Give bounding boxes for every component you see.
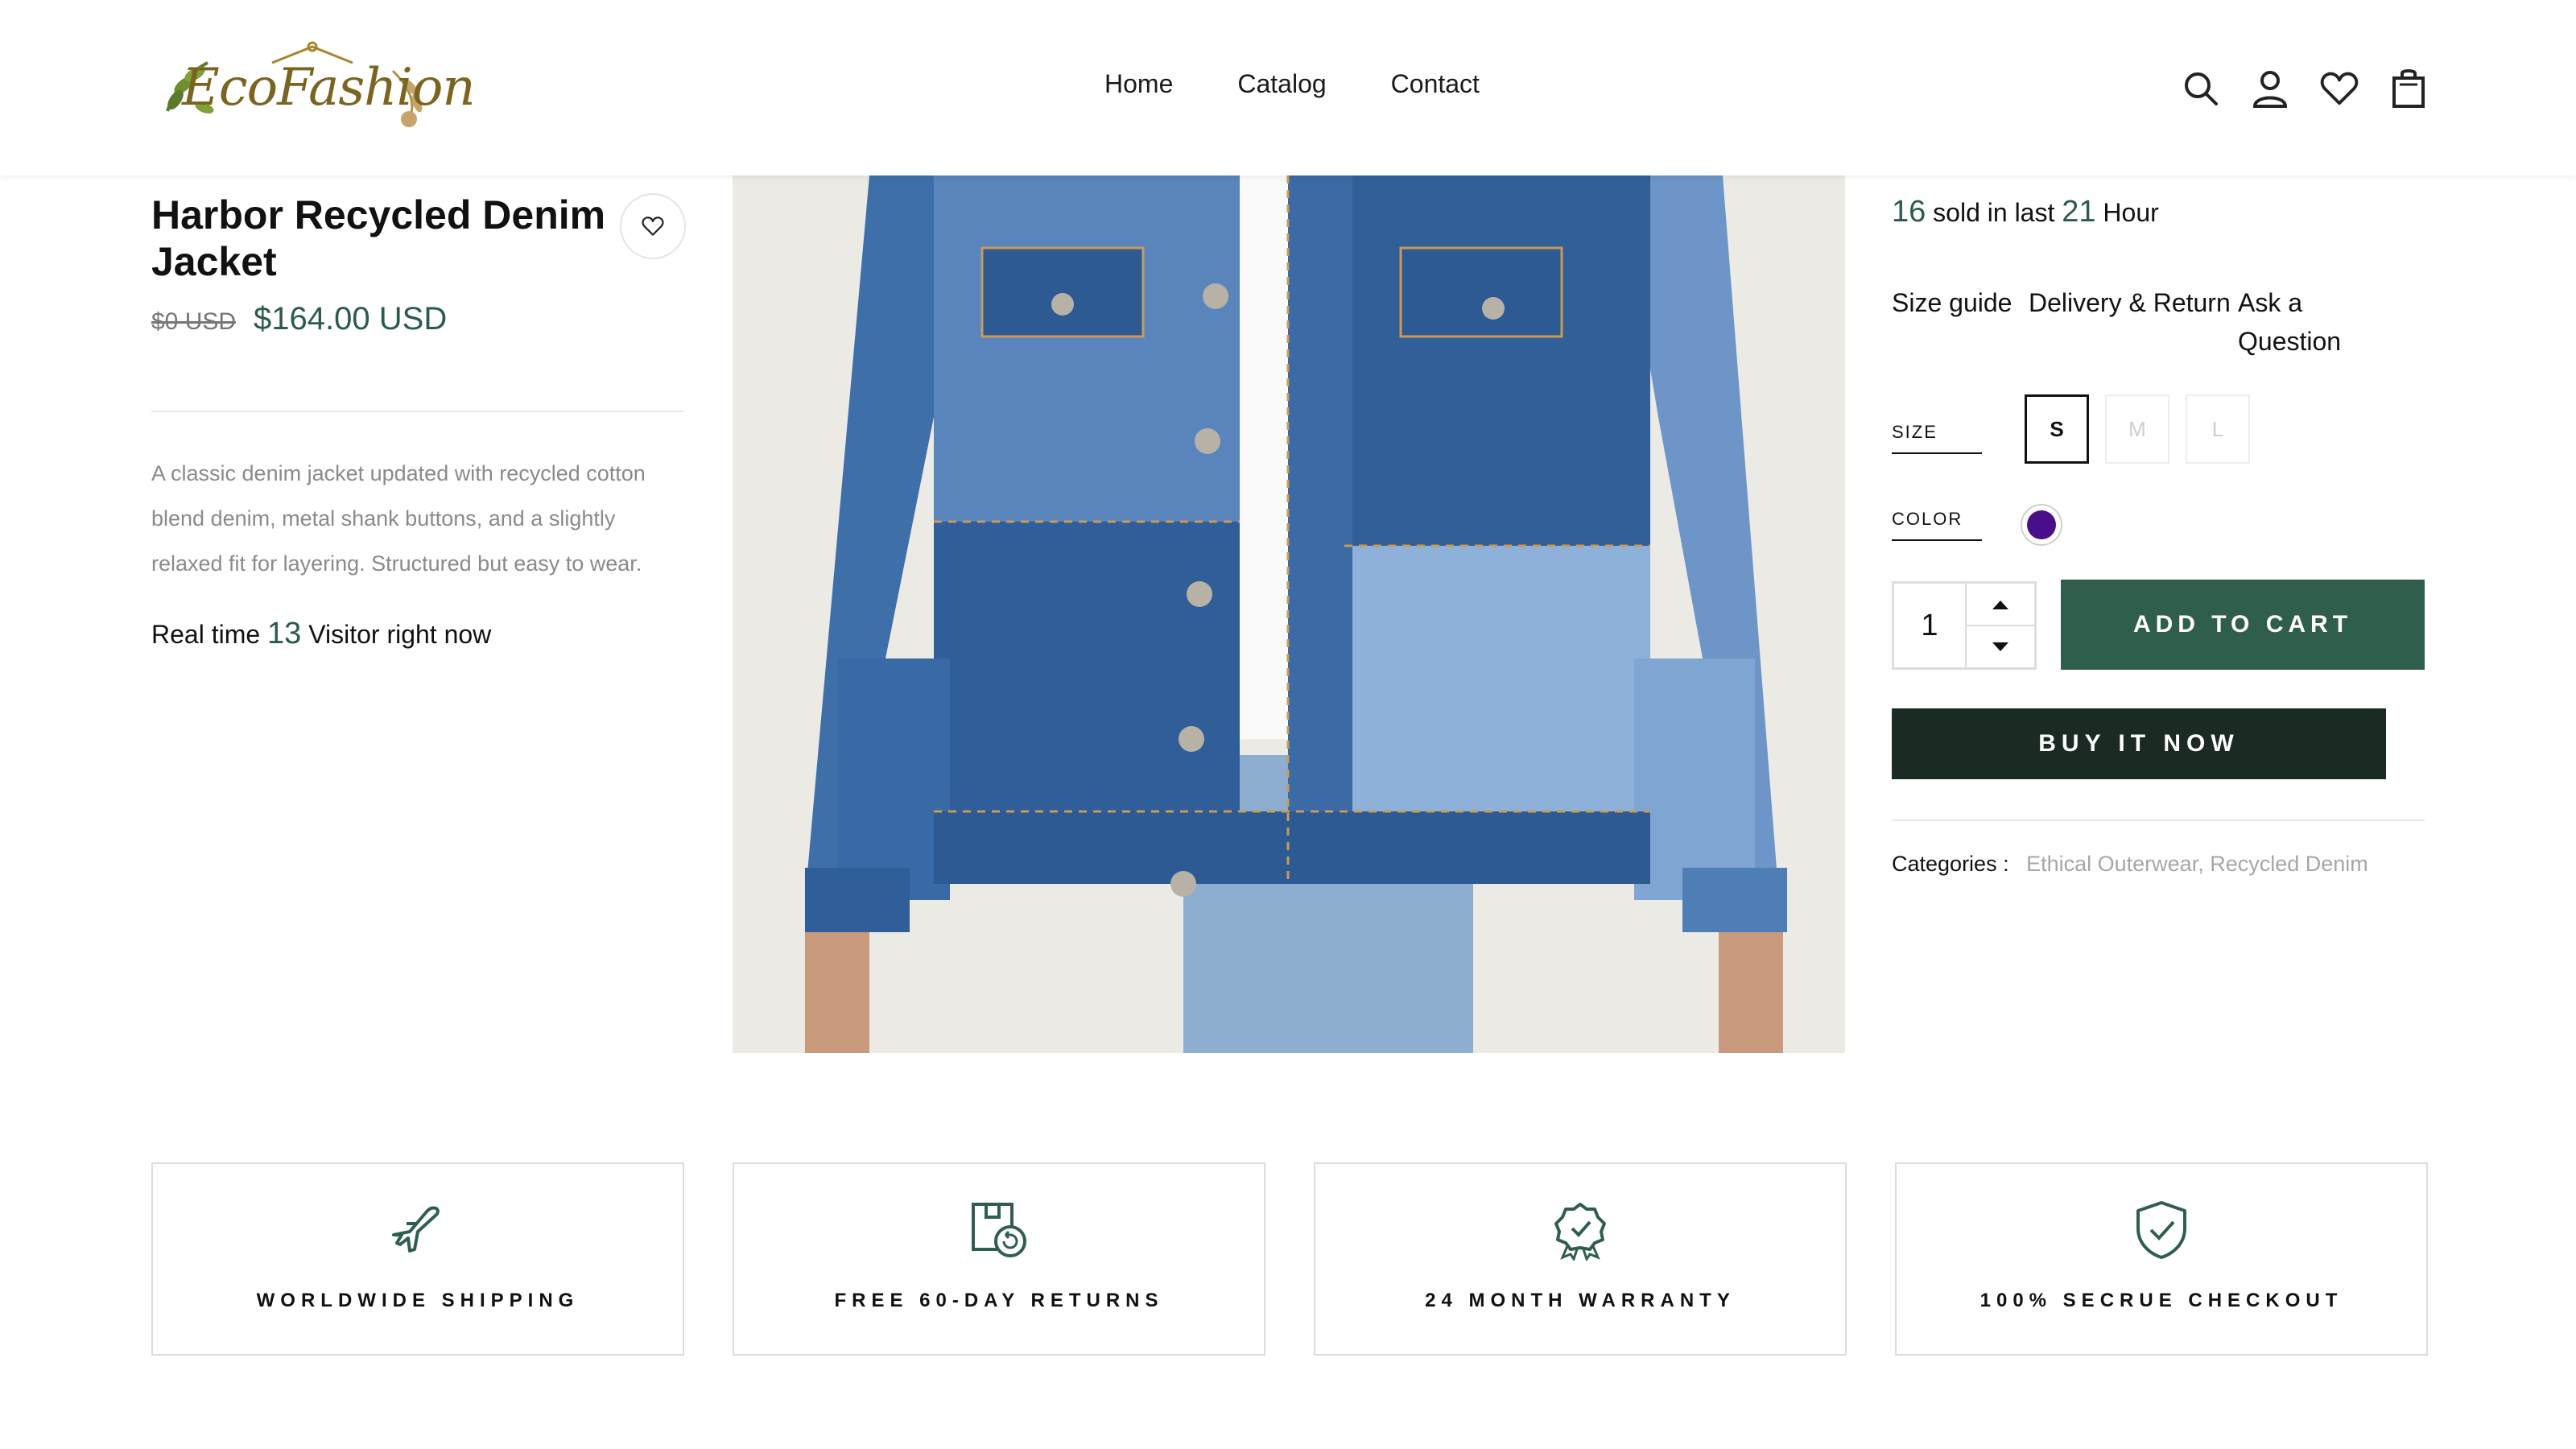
product-description: A classic denim jacket updated with recy… xyxy=(151,461,646,576)
logo-text: EcoFashion xyxy=(182,58,476,118)
visitor-counter: Real time 13 Visitor right now xyxy=(151,617,491,651)
award-badge-icon xyxy=(1550,1198,1611,1262)
feature-card-returns: FREE 60-DAY RETURNS xyxy=(733,1162,1265,1356)
feature-label: 24 MONTH WARRANTY xyxy=(1425,1290,1736,1311)
denim-jacket-image xyxy=(733,175,1845,1053)
feature-strip: WORLDWIDE SHIPPING FREE 60-DAY RETURNS 2… xyxy=(151,1162,2428,1356)
visitor-prefix: Real time xyxy=(151,620,261,649)
site-header: EcoFashion Home Catalog Contact xyxy=(0,0,2576,175)
size-option-l[interactable]: L xyxy=(2186,394,2250,464)
nav-contact[interactable]: Contact xyxy=(1391,69,1480,99)
quantity-input[interactable]: 1 xyxy=(1894,584,1967,667)
buy-now-button[interactable]: BUY IT NOW xyxy=(1892,708,2386,779)
caret-up-icon xyxy=(1992,600,2008,609)
size-selector: S M L xyxy=(2025,394,2250,464)
sold-hours: 21 xyxy=(2062,195,2096,229)
color-swatch-dot xyxy=(2027,510,2056,539)
sold-mid: sold in last xyxy=(1933,198,2055,227)
feature-label: WORLDWIDE SHIPPING xyxy=(256,1290,580,1311)
quantity-stepper: 1 xyxy=(1892,581,2037,670)
visitor-suffix: Visitor right now xyxy=(308,620,492,649)
caret-down-icon xyxy=(1992,642,2008,651)
current-price: $164.00 USD xyxy=(254,301,448,336)
quantity-increase-button[interactable] xyxy=(1967,584,2034,626)
delivery-return-link[interactable]: Delivery & Return xyxy=(2029,283,2238,361)
feature-card-warranty: 24 MONTH WARRANTY xyxy=(1314,1162,1847,1356)
sold-counter: 16 sold in last 21 Hour xyxy=(1892,195,2159,229)
feature-label: 100% SECRUE CHECKOUT xyxy=(1979,1290,2343,1311)
header-icons xyxy=(2182,68,2428,109)
size-option-s[interactable]: S xyxy=(2025,394,2089,464)
categories-values[interactable]: Ethical Outerwear, Recycled Denim xyxy=(2026,852,2368,876)
feature-label: FREE 60-DAY RETURNS xyxy=(834,1290,1164,1311)
product-image[interactable] xyxy=(733,175,1845,1053)
shopping-bag-icon[interactable] xyxy=(2389,68,2428,109)
quantity-decrease-button[interactable] xyxy=(1967,626,2034,667)
divider xyxy=(1892,819,2425,821)
size-guide-link[interactable]: Size guide xyxy=(1892,283,2029,361)
sold-suffix: Hour xyxy=(2103,198,2159,227)
sold-count: 16 xyxy=(1892,195,1926,229)
nav-home[interactable]: Home xyxy=(1104,69,1173,99)
size-option-m[interactable]: M xyxy=(2105,394,2169,464)
feature-card-shipping: WORLDWIDE SHIPPING xyxy=(151,1162,684,1356)
info-links: Size guide Delivery & Return Ask a Quest… xyxy=(1892,283,2383,361)
shield-check-icon xyxy=(2133,1198,2190,1262)
categories-label: Categories : xyxy=(1892,852,2009,876)
add-to-cart-button[interactable]: ADD TO CART xyxy=(2061,580,2425,670)
feature-card-checkout: 100% SECRUE CHECKOUT xyxy=(1895,1162,2428,1356)
wishlist-button[interactable] xyxy=(620,193,686,259)
color-label: COLOR xyxy=(1892,509,1982,541)
heart-icon xyxy=(642,217,664,236)
visitor-count: 13 xyxy=(267,617,302,650)
return-box-icon xyxy=(968,1198,1030,1262)
nav-catalog[interactable]: Catalog xyxy=(1237,69,1326,99)
brand-logo[interactable]: EcoFashion xyxy=(151,39,476,135)
product-title: Harbor Recycled Denim Jacket xyxy=(151,192,606,284)
size-label: SIZE xyxy=(1892,422,1982,454)
search-icon[interactable] xyxy=(2182,68,2220,109)
airplane-icon xyxy=(387,1198,448,1262)
old-price: $0 USD xyxy=(151,308,237,335)
categories: Categories : Ethical Outerwear, Recycled… xyxy=(1892,852,2368,877)
divider xyxy=(151,411,684,412)
user-icon[interactable] xyxy=(2251,68,2289,109)
price-block: $0 USD $164.00 USD xyxy=(151,301,447,337)
color-swatch[interactable] xyxy=(2021,504,2062,546)
ask-question-link[interactable]: Ask a Question xyxy=(2238,283,2383,361)
main-nav: Home Catalog Contact xyxy=(1104,69,1480,99)
heart-icon[interactable] xyxy=(2320,68,2359,109)
